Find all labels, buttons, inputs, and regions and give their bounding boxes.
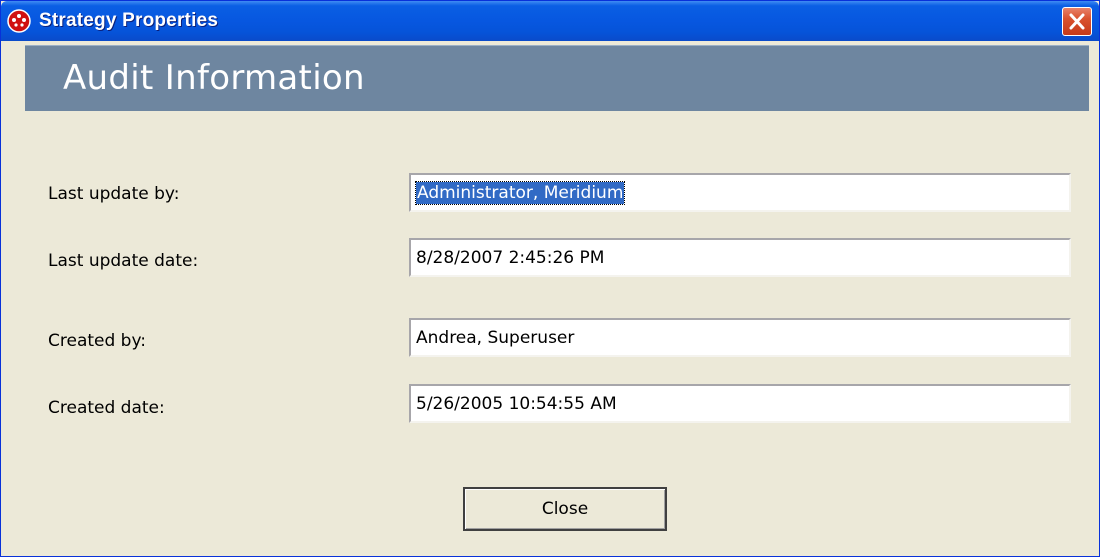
last-update-by-label: Last update by:: [48, 184, 180, 204]
strategy-properties-dialog: Strategy Properties Audit Information La…: [0, 0, 1100, 557]
last-update-by-value: Administrator, Meridium: [414, 181, 626, 205]
close-button[interactable]: Close: [463, 487, 667, 531]
title-bar[interactable]: Strategy Properties: [1, 1, 1099, 41]
app-icon: [7, 9, 31, 33]
created-date-field[interactable]: 5/26/2005 10:54:55 AM: [409, 384, 1071, 423]
window-title: Strategy Properties: [39, 10, 219, 31]
section-title: Audit Information: [63, 58, 365, 98]
last-update-date-label: Last update date:: [48, 251, 199, 271]
last-update-by-field[interactable]: Administrator, Meridium: [409, 173, 1071, 212]
close-x-icon: [1069, 13, 1085, 30]
created-by-field[interactable]: Andrea, Superuser: [409, 318, 1071, 357]
created-date-label: Created date:: [48, 398, 165, 418]
created-by-label: Created by:: [48, 331, 147, 351]
audit-information-header: Audit Information: [25, 45, 1089, 111]
window-close-button[interactable]: [1062, 7, 1092, 36]
last-update-date-value: 8/28/2007 2:45:26 PM: [416, 248, 605, 268]
created-date-value: 5/26/2005 10:54:55 AM: [416, 394, 617, 414]
last-update-date-field[interactable]: 8/28/2007 2:45:26 PM: [409, 238, 1071, 277]
created-by-value: Andrea, Superuser: [416, 328, 575, 348]
